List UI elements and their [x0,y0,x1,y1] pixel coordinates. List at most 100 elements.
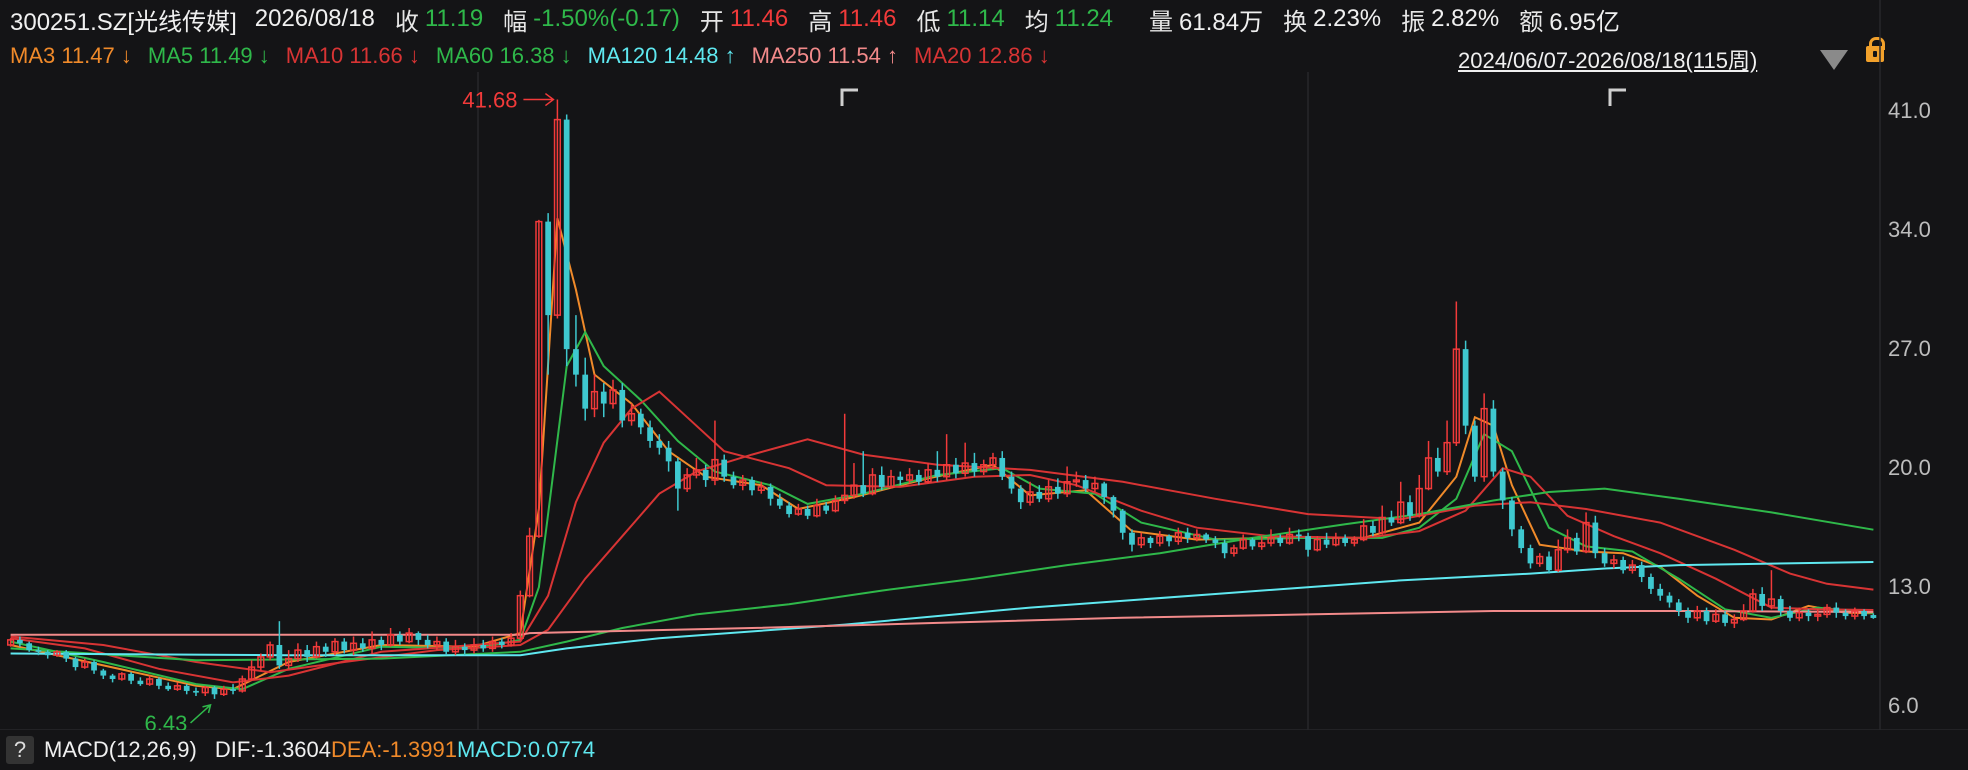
candle-body [776,498,783,506]
candle-body [1573,537,1580,552]
high-annotation: 41.68 [462,88,517,113]
candle-body [656,440,663,448]
candle-body [1518,529,1525,549]
candle-body [193,690,199,693]
candle-body [396,634,403,642]
candle-body [211,687,218,695]
arrow-right-icon [523,92,555,107]
candle-body [17,639,23,644]
candle-body [304,650,311,657]
candle-body [1110,497,1117,511]
candlestick-chart[interactable]: 6.0 13.0 20.0 27.0 34.0 41.0 41.68 6.43 [0,0,1968,730]
candle-body [1657,588,1664,596]
candle-body [1017,488,1024,503]
candle-body [498,641,505,645]
candle-body [1082,480,1089,489]
candle-body [1295,534,1302,537]
candle-body [702,469,709,481]
candle-body [1054,486,1061,494]
candle-body [1870,615,1877,618]
candle-body [1147,537,1154,543]
candle-body [665,447,672,462]
help-icon[interactable]: ? [6,736,34,764]
ma-line-ma250 [10,610,1874,636]
candle-body [1008,476,1015,489]
candle-body [1703,610,1710,622]
candle-body [109,675,116,679]
candle-body [1805,612,1812,617]
y-tick-label: 34.0 [1888,217,1931,242]
candle-body [897,476,904,481]
candle-body [823,505,830,511]
candle-body [341,641,348,651]
candle-body [183,685,190,691]
candle-body [730,476,737,486]
candle-body [91,661,97,671]
candle-body [1277,537,1284,543]
macd-name[interactable]: MACD(12,26,9) [44,737,197,763]
corner-marker-icon [1608,88,1626,106]
y-tick-label: 41.0 [1888,98,1931,123]
y-tick-label: 20.0 [1888,455,1931,480]
candle-body [878,474,885,487]
candle-body [915,474,922,482]
candle-body [1509,500,1515,530]
candle-body [573,349,579,375]
candle-body [1305,536,1311,550]
candle-body [1221,542,1228,554]
candle-body [461,646,468,651]
candle-body [415,633,422,640]
candle-body [971,463,978,472]
candle-body [424,639,431,645]
candle-body [100,670,107,676]
candle-body [276,644,283,666]
arrow-up-right-icon [190,703,212,724]
macd-bar: ? MACD(12,26,9) DIF:-1.3604 DEA:-1.3991 … [0,730,1968,770]
candle-body [860,485,867,494]
candle-body [563,119,570,350]
candle-body [999,457,1006,477]
candle-body [1184,532,1191,538]
ma-line-ma3 [10,217,1874,691]
candle-body [26,643,33,651]
candle-body [1129,532,1135,545]
candle-body [786,505,792,515]
candle-body [1675,602,1682,611]
candle-body [1166,536,1172,542]
macd-value: MACD:0.0774 [456,737,596,762]
candle-body [1601,553,1608,564]
ma-line-ma120 [10,561,1874,657]
candle-body [1759,593,1766,606]
candle-body [637,413,644,428]
low-annotation: 6.43 [145,711,188,730]
candle-body [1490,408,1497,472]
candle-body [63,651,70,659]
candle-body [600,391,607,404]
candle-body [1036,491,1043,499]
candle-body [1323,539,1330,545]
candle-body [1861,610,1867,617]
candle-body [443,641,450,652]
candle-body [378,639,385,645]
candle-body [1638,565,1645,577]
candle-body [359,643,366,649]
candle-body [1685,610,1691,618]
candle-body [647,427,653,441]
candle-body [1527,548,1534,564]
candle-body [72,658,79,668]
macd-dif: DIF:-1.3604 [214,737,332,762]
candle-body [1249,539,1256,547]
macd-dea: DEA:-1.3991 [331,737,457,762]
candle-body [1499,471,1506,501]
candle-body [137,680,144,685]
candle-body [675,461,681,489]
candle-body [230,689,236,691]
y-tick-label: 6.0 [1888,693,1919,718]
candle-body [1370,525,1376,533]
candle-body [953,464,959,474]
y-tick-label: 27.0 [1888,336,1931,361]
candle-body [1833,607,1840,613]
candle-body [1388,517,1395,523]
candle-body [322,646,329,652]
candle-body [1787,610,1793,618]
